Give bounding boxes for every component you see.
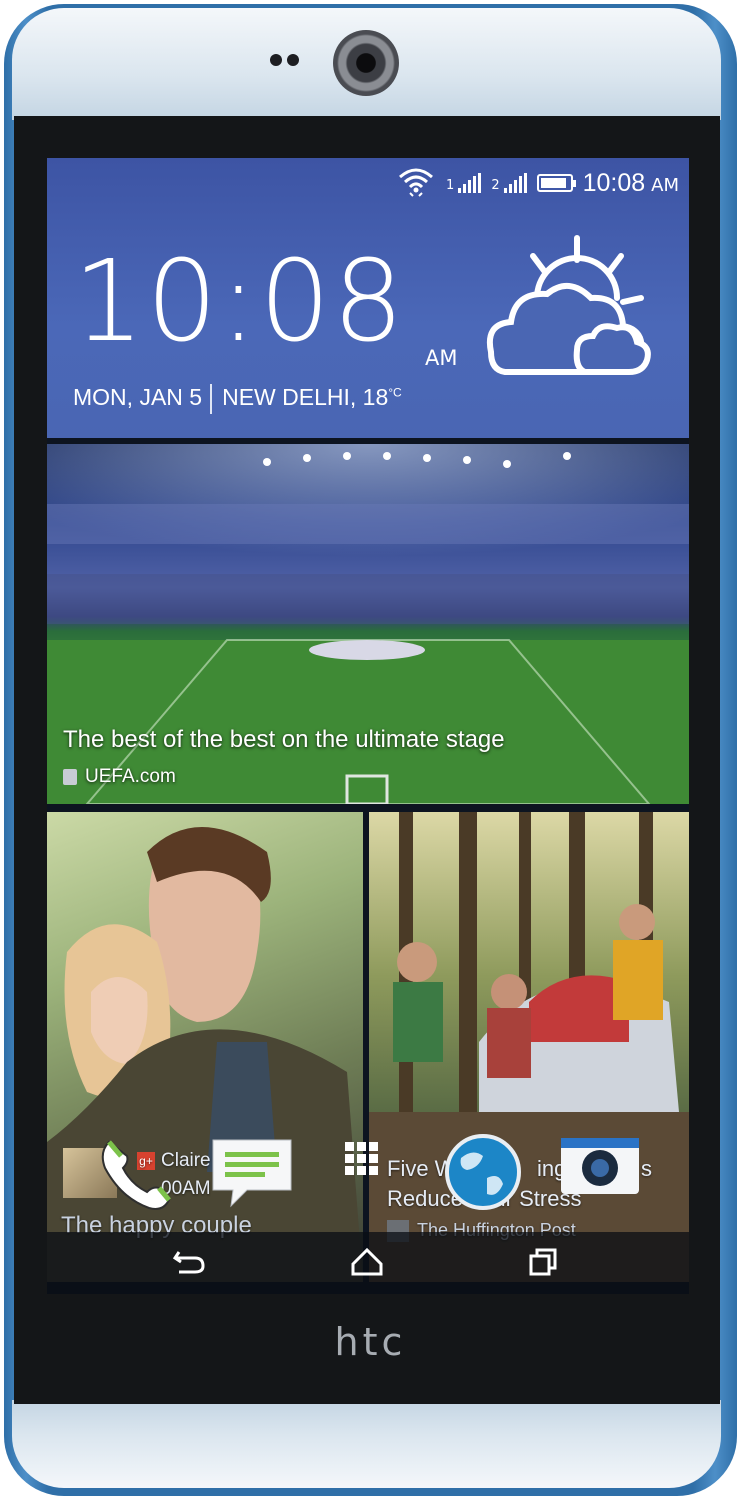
- date-location-line: MON, JAN 5 NEW DELHI, 18°C: [73, 384, 402, 414]
- front-camera: [333, 30, 399, 96]
- clock-weather-widget[interactable]: 1 2 10:08 AM 10:08 AM MON, JAN 5 NEW DELHI…: [47, 158, 689, 438]
- partly-cloudy-icon: [487, 235, 651, 375]
- battery-icon: [536, 174, 576, 192]
- home-button[interactable]: [345, 1242, 389, 1282]
- clock-ampm: AM: [425, 346, 458, 370]
- proximity-sensor: [270, 54, 282, 66]
- light-sensor: [287, 54, 299, 66]
- navigation-bar: [47, 1232, 689, 1294]
- browser-app-button[interactable]: [439, 1128, 529, 1218]
- phone-icon: [101, 1140, 171, 1210]
- news-source: UEFA.com: [63, 766, 176, 788]
- news-source-label: UEFA.com: [85, 766, 176, 787]
- globe-icon: [445, 1134, 521, 1210]
- news-title: The best of the best on the ultimate sta…: [63, 726, 505, 753]
- recents-icon: [529, 1248, 557, 1276]
- status-time: 10:08 AM: [582, 168, 679, 197]
- app-drawer-icon: [345, 1142, 378, 1175]
- messages-icon: [212, 1139, 292, 1208]
- clock-time: 10:08: [73, 237, 406, 367]
- back-button[interactable]: [167, 1242, 211, 1282]
- phone-app-button[interactable]: [91, 1128, 181, 1218]
- recents-button[interactable]: [521, 1242, 565, 1282]
- uefa-logo-icon: [63, 769, 77, 785]
- camera-icon: [561, 1138, 639, 1194]
- bottom-cap: [12, 1400, 721, 1488]
- wifi-icon: [396, 165, 436, 201]
- back-icon: [172, 1251, 205, 1274]
- brand-logo: htc: [334, 1320, 407, 1364]
- app-dock: [47, 1120, 689, 1228]
- sim2-signal-icon: 2: [491, 173, 527, 193]
- app-drawer-button[interactable]: [323, 1128, 413, 1218]
- location-temp-label: NEW DELHI, 18: [222, 384, 389, 411]
- sim1-signal-icon: 1: [446, 173, 482, 193]
- screen: 1 2 10:08 AM 10:08 AM MON, JAN 5 NEW DELHI…: [47, 158, 689, 1294]
- date-label: MON, JAN 5: [73, 384, 203, 411]
- home-icon: [351, 1247, 383, 1276]
- camera-app-button[interactable]: [555, 1128, 645, 1218]
- news-tile[interactable]: The best of the best on the ultimate sta…: [47, 444, 689, 804]
- messages-app-button[interactable]: [207, 1128, 297, 1218]
- status-bar: 1 2 10:08 AM: [396, 166, 679, 200]
- temp-unit: °C: [388, 385, 402, 400]
